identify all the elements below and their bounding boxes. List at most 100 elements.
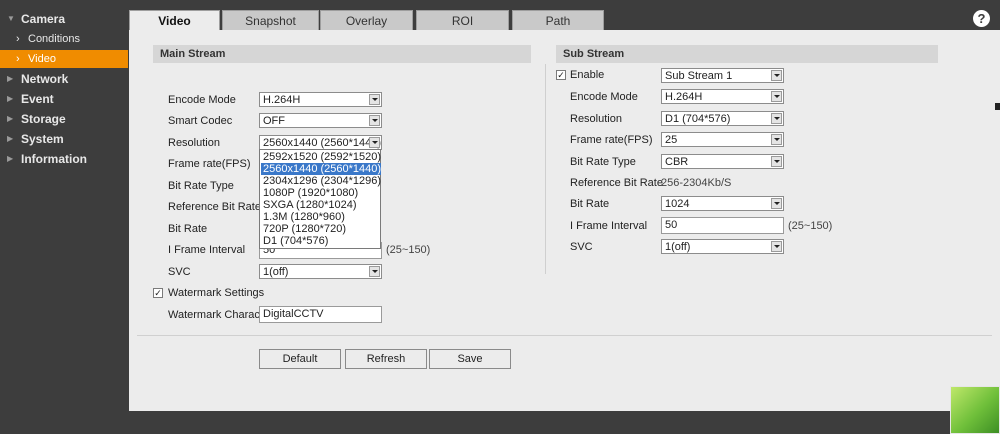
resolution-option-selected[interactable]: 2560x1440 (2560*1440): [261, 163, 381, 175]
resolution-option[interactable]: 2304x1296 (2304*1296): [261, 175, 381, 187]
encode-mode-label: Encode Mode: [168, 94, 236, 106]
resolution-dropdown-list: 2592x1520 (2592*1520) 2560x1440 (2560*14…: [259, 149, 381, 249]
smart-codec-select[interactable]: OFF: [259, 113, 382, 128]
sub-bit-rate-select[interactable]: 1024: [661, 196, 784, 211]
sidebar-item-network[interactable]: ▶ Network: [0, 69, 130, 89]
resolution-label: Resolution: [168, 137, 220, 149]
tab-video[interactable]: Video: [129, 10, 220, 31]
sub-svc-select[interactable]: 1(off): [661, 239, 784, 254]
sub-resolution-select[interactable]: D1 (704*576): [661, 111, 784, 126]
resolution-option[interactable]: SXGA (1280*1024): [261, 199, 381, 211]
chevron-down-icon: [771, 134, 782, 145]
main-svc-select[interactable]: 1(off): [259, 264, 382, 279]
triangle-right-icon: ▶: [7, 154, 14, 163]
select-value: H.264H: [263, 94, 301, 106]
chevron-down-icon: [771, 198, 782, 209]
select-value: H.264H: [665, 91, 703, 103]
sidebar: ▼ Camera › Conditions › Video ▶ Network …: [0, 0, 130, 434]
i-frame-interval-label: I Frame Interval: [168, 244, 246, 256]
select-value: 25: [665, 134, 678, 146]
sub-frame-rate-select[interactable]: 25: [661, 132, 784, 147]
select-value: 2560x1440 (2560*1440): [263, 137, 382, 149]
enable-label: Enable: [570, 69, 605, 81]
main-encode-mode-select[interactable]: H.264H: [259, 92, 382, 107]
tab-snapshot[interactable]: Snapshot: [222, 10, 319, 31]
watermark-character-input[interactable]: DigitalCCTV: [259, 306, 382, 323]
select-value: 1(off): [263, 266, 289, 278]
sidebar-item-label: Event: [21, 92, 54, 106]
sidebar-item-conditions[interactable]: › Conditions: [0, 30, 128, 48]
chevron-down-icon: [771, 113, 782, 124]
sub-stream-enable-checkbox[interactable]: ✓: [556, 70, 566, 80]
main-resolution-select[interactable]: 2560x1440 (2560*1440): [259, 135, 382, 150]
resolution-option[interactable]: 720P (1280*720): [261, 223, 381, 235]
sidebar-item-system[interactable]: ▶ System: [0, 129, 130, 149]
sub-i-frame-range: (25~150): [788, 220, 833, 232]
resolution-option[interactable]: 2592x1520 (2592*1520): [261, 151, 381, 163]
sub-bit-rate-type-select[interactable]: CBR: [661, 154, 784, 169]
chevron-down-icon: [771, 91, 782, 102]
sub-encode-mode-select[interactable]: H.264H: [661, 89, 784, 104]
sidebar-item-video[interactable]: › Video: [0, 50, 128, 68]
help-icon[interactable]: ?: [973, 10, 990, 27]
bit-rate-label: Bit Rate: [168, 223, 208, 235]
sub-encode-mode-label: Encode Mode: [570, 91, 638, 103]
resolution-option[interactable]: 1.3M (1280*960): [261, 211, 381, 223]
corner-logo-image: [950, 386, 1000, 434]
default-button[interactable]: Default: [259, 349, 341, 369]
sidebar-item-label: Network: [21, 72, 69, 86]
sidebar-item-label: Conditions: [28, 33, 80, 45]
refresh-button[interactable]: Refresh: [345, 349, 427, 369]
sidebar-item-camera[interactable]: ▼ Camera: [0, 9, 130, 29]
triangle-right-icon: ▶: [7, 94, 14, 103]
stream-divider: [545, 64, 546, 274]
sub-reference-bit-rate-value: 256-2304Kb/S: [661, 177, 732, 189]
main-stream-header: Main Stream: [153, 45, 531, 63]
select-value: OFF: [263, 115, 285, 127]
chevron-down-icon: [771, 241, 782, 252]
sub-frame-rate-label: Frame rate(FPS): [570, 134, 653, 146]
svc-label: SVC: [168, 266, 191, 278]
resolution-option[interactable]: D1 (704*576): [261, 235, 381, 247]
sidebar-item-label: Information: [21, 152, 87, 166]
tab-overlay[interactable]: Overlay: [320, 10, 413, 31]
smart-codec-label: Smart Codec: [168, 115, 233, 127]
watermark-character-label: Watermark Character: [168, 309, 273, 321]
sidebar-item-event[interactable]: ▶ Event: [0, 89, 130, 109]
sub-stream-header: Sub Stream: [556, 45, 938, 63]
triangle-down-icon: ▼: [7, 14, 15, 23]
save-button[interactable]: Save: [429, 349, 511, 369]
sidebar-item-label: System: [21, 132, 64, 146]
chevron-right-icon: ›: [16, 33, 20, 45]
frame-rate-label: Frame rate(FPS): [168, 158, 251, 170]
tab-roi[interactable]: ROI: [416, 10, 509, 31]
select-value: Sub Stream 1: [665, 70, 733, 82]
sub-i-frame-interval-label: I Frame Interval: [570, 220, 648, 232]
triangle-right-icon: ▶: [7, 134, 14, 143]
sidebar-item-label: Storage: [21, 112, 66, 126]
chevron-down-icon: [369, 266, 380, 277]
watermark-settings-checkbox[interactable]: ✓: [153, 288, 163, 298]
sidebar-item-storage[interactable]: ▶ Storage: [0, 109, 130, 129]
chevron-down-icon: [771, 156, 782, 167]
chevron-down-icon: [369, 137, 380, 148]
select-value: CBR: [665, 156, 689, 168]
scroll-marker: [995, 103, 1000, 110]
chevron-right-icon: ›: [16, 53, 20, 65]
triangle-right-icon: ▶: [7, 114, 14, 123]
resolution-option[interactable]: 1080P (1920*1080): [261, 187, 381, 199]
bit-rate-type-label: Bit Rate Type: [168, 180, 234, 192]
main-i-frame-range: (25~150): [386, 244, 431, 256]
select-value: D1 (704*576): [665, 113, 731, 125]
chevron-down-icon: [369, 94, 380, 105]
triangle-right-icon: ▶: [7, 74, 14, 83]
select-value: 1(off): [665, 241, 691, 253]
reference-bit-rate-label: Reference Bit Rate: [168, 201, 261, 213]
sidebar-item-information[interactable]: ▶ Information: [0, 149, 130, 169]
sidebar-item-label: Camera: [21, 12, 66, 26]
tab-path[interactable]: Path: [512, 10, 604, 31]
sub-stream-select[interactable]: Sub Stream 1: [661, 68, 784, 83]
sub-i-frame-input[interactable]: 50: [661, 217, 784, 234]
chevron-down-icon: [369, 115, 380, 126]
sub-reference-bit-rate-label: Reference Bit Rate: [570, 177, 663, 189]
